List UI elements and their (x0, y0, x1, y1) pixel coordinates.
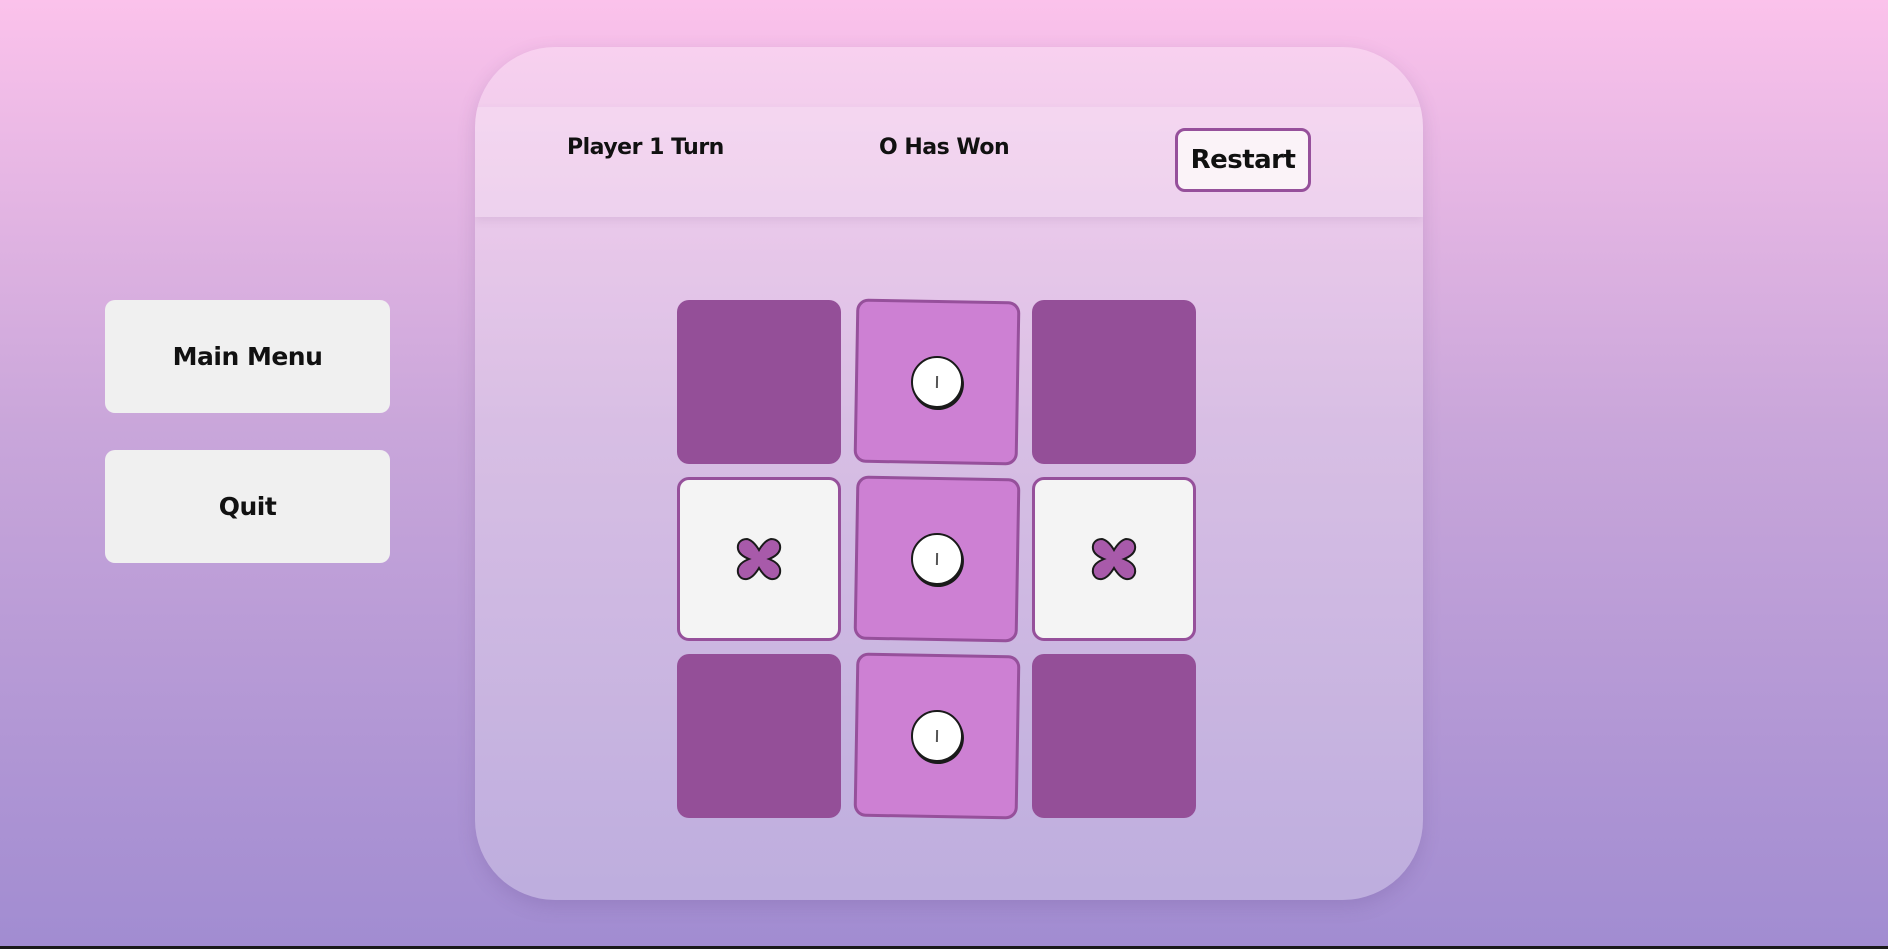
o-mark-icon (910, 355, 964, 409)
game-panel: Player 1 Turn O Has Won Restart (475, 47, 1423, 900)
game-status: O Has Won (879, 135, 1010, 160)
board-cell-4[interactable] (677, 477, 841, 641)
board-cell-1[interactable] (677, 300, 841, 464)
main-menu-button[interactable]: Main Menu (105, 300, 390, 413)
restart-button[interactable]: Restart (1175, 128, 1311, 192)
board-cell-8[interactable] (853, 652, 1021, 820)
board-cell-7[interactable] (677, 654, 841, 818)
x-mark-icon (733, 533, 785, 585)
board-cell-9[interactable] (1032, 654, 1196, 818)
x-mark-icon (1088, 533, 1140, 585)
board-cell-5[interactable] (853, 475, 1021, 643)
board-cell-6[interactable] (1032, 477, 1196, 641)
board-cell-2[interactable] (853, 298, 1021, 466)
board-cell-3[interactable] (1032, 300, 1196, 464)
o-mark-icon (910, 709, 964, 763)
o-mark-icon (910, 532, 964, 586)
quit-button[interactable]: Quit (105, 450, 390, 563)
turn-indicator: Player 1 Turn (567, 135, 724, 160)
